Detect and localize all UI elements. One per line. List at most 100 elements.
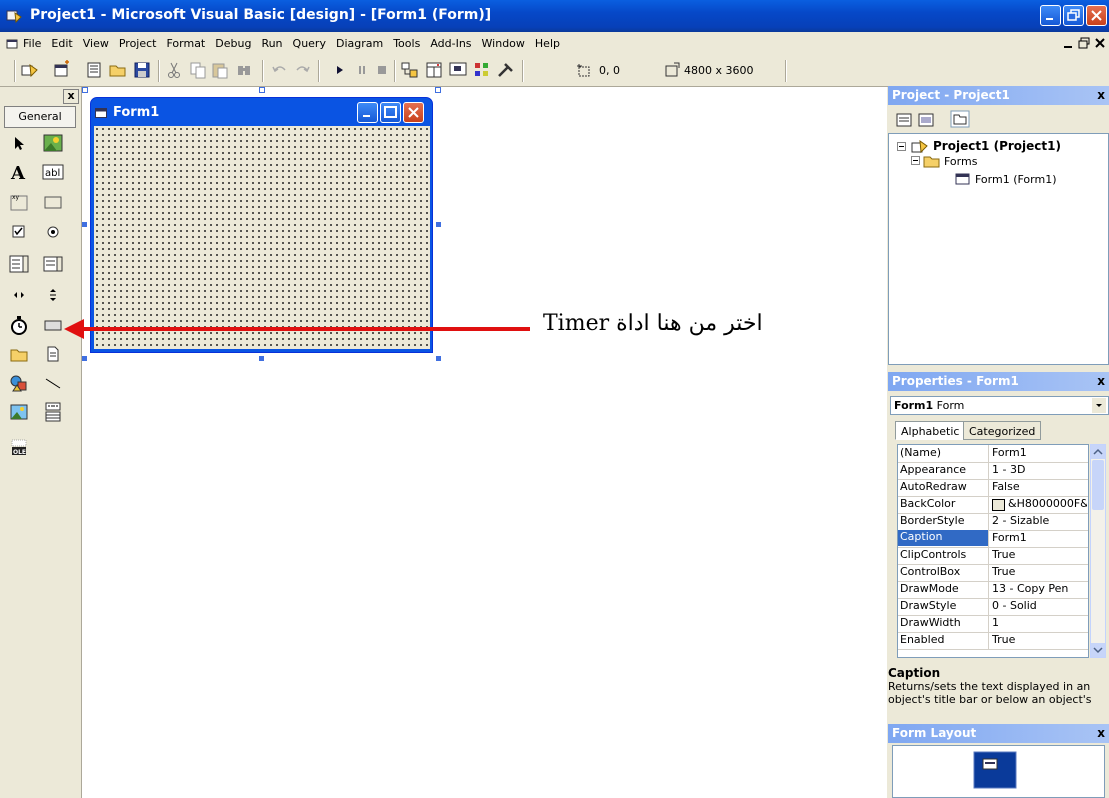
property-row[interactable]: Caption Form1: [898, 530, 1088, 548]
document-icon[interactable]: [6, 38, 18, 50]
property-row[interactable]: BackColor &H8000000F&: [898, 496, 1088, 514]
menu-window[interactable]: Window: [477, 32, 530, 56]
property-value[interactable]: 1 - 3D: [992, 463, 1087, 476]
toolbox-icon[interactable]: [496, 60, 516, 80]
collapse-icon[interactable]: [897, 142, 907, 152]
view-object-icon[interactable]: [918, 112, 934, 128]
listbox-tool[interactable]: [40, 252, 66, 276]
combobox-tool[interactable]: [6, 252, 32, 276]
properties-window-icon[interactable]: [424, 60, 444, 80]
checkbox-tool[interactable]: [6, 220, 32, 244]
toggle-folders-icon[interactable]: [950, 110, 970, 128]
form-maximize-button[interactable]: [380, 102, 401, 123]
pointer-tool[interactable]: [6, 131, 32, 155]
toolbox-general-tab[interactable]: General: [4, 106, 76, 128]
chevron-down-icon[interactable]: [1092, 398, 1106, 413]
resize-handle[interactable]: [259, 356, 264, 361]
commandbutton-tool[interactable]: [40, 190, 66, 214]
property-value[interactable]: 13 - Copy Pen: [992, 582, 1087, 595]
break-icon[interactable]: [352, 60, 372, 80]
optionbutton-tool[interactable]: [40, 220, 66, 244]
property-row[interactable]: Appearance 1 - 3D: [898, 462, 1088, 480]
dirlistbox-tool[interactable]: [6, 342, 32, 366]
property-row[interactable]: ControlBox True: [898, 564, 1088, 582]
resize-handle[interactable]: [436, 222, 441, 227]
scroll-thumb[interactable]: [1092, 460, 1104, 510]
redo-icon[interactable]: [292, 60, 312, 80]
properties-panel-close[interactable]: x: [1097, 372, 1105, 391]
copy-icon[interactable]: [188, 60, 208, 80]
property-value[interactable]: 0 - Solid: [992, 599, 1087, 612]
property-row[interactable]: (Name) Form1: [898, 445, 1088, 463]
minimize-button[interactable]: [1040, 5, 1061, 26]
menu-file[interactable]: File: [18, 32, 46, 56]
toolbox-close-button[interactable]: x: [63, 89, 79, 104]
forms-folder-label[interactable]: Forms: [944, 155, 977, 168]
property-row[interactable]: DrawWidth 1: [898, 615, 1088, 633]
view-code-icon[interactable]: [896, 112, 912, 128]
menu-editor-icon[interactable]: [84, 60, 104, 80]
property-value[interactable]: True: [992, 633, 1087, 646]
cut-icon[interactable]: [164, 60, 184, 80]
property-value[interactable]: Form1: [992, 531, 1087, 544]
image-tool[interactable]: [6, 400, 32, 424]
project-root-label[interactable]: Project1 (Project1): [933, 139, 1061, 153]
end-icon[interactable]: [372, 60, 392, 80]
hscrollbar-tool[interactable]: [6, 283, 32, 307]
vscrollbar-tool[interactable]: [40, 283, 66, 307]
menu-view[interactable]: View: [78, 32, 114, 56]
monitor-preview[interactable]: [973, 751, 1017, 791]
close-button[interactable]: [1086, 5, 1107, 26]
save-icon[interactable]: [132, 60, 152, 80]
form-layout-panel-close[interactable]: x: [1097, 724, 1105, 743]
project-explorer-icon[interactable]: [400, 60, 420, 80]
line-tool[interactable]: [40, 371, 66, 395]
paste-icon[interactable]: [210, 60, 230, 80]
resize-handle[interactable]: [259, 87, 265, 93]
start-icon[interactable]: [330, 60, 350, 80]
menu-project[interactable]: Project: [114, 32, 162, 56]
property-row[interactable]: AutoRedraw False: [898, 479, 1088, 497]
property-value[interactable]: 1: [992, 616, 1087, 629]
frame-tool[interactable]: xy: [6, 190, 32, 214]
undo-icon[interactable]: [270, 60, 290, 80]
shape-tool[interactable]: [6, 371, 32, 395]
form1-tree-item[interactable]: Form1 (Form1): [975, 173, 1057, 186]
resize-handle[interactable]: [435, 87, 441, 93]
menu-query[interactable]: Query: [288, 32, 331, 56]
form-minimize-button[interactable]: [357, 102, 378, 123]
menu-run[interactable]: Run: [256, 32, 287, 56]
restore-button[interactable]: [1063, 5, 1084, 26]
data-tool[interactable]: [40, 400, 66, 424]
mdi-close-button[interactable]: [1093, 36, 1107, 53]
menu-diagram[interactable]: Diagram: [331, 32, 388, 56]
menu-format[interactable]: Format: [161, 32, 210, 56]
resize-handle[interactable]: [82, 356, 87, 361]
properties-scrollbar[interactable]: [1090, 444, 1106, 658]
resize-handle[interactable]: [82, 87, 88, 93]
menu-edit[interactable]: Edit: [46, 32, 77, 56]
property-row[interactable]: Enabled True: [898, 632, 1088, 650]
property-value[interactable]: True: [992, 565, 1087, 578]
open-project-icon[interactable]: [108, 60, 128, 80]
timer-tool[interactable]: [6, 313, 32, 337]
collapse-icon[interactable]: [911, 156, 921, 166]
mdi-minimize-button[interactable]: [1062, 36, 1076, 53]
property-row[interactable]: DrawMode 13 - Copy Pen: [898, 581, 1088, 599]
property-value[interactable]: Form1: [992, 446, 1087, 459]
label-tool[interactable]: A: [6, 160, 32, 184]
property-value[interactable]: True: [992, 548, 1087, 561]
property-value[interactable]: False: [992, 480, 1087, 493]
object-browser-icon[interactable]: [472, 60, 492, 80]
find-icon[interactable]: [234, 60, 254, 80]
resize-handle[interactable]: [82, 222, 87, 227]
project-panel-close[interactable]: x: [1097, 86, 1105, 105]
ole-tool[interactable]: OLE: [6, 436, 32, 460]
picturebox-tool[interactable]: [40, 131, 66, 155]
add-project-icon[interactable]: [20, 60, 40, 80]
resize-handle[interactable]: [436, 356, 441, 361]
property-value[interactable]: 2 - Sizable: [992, 514, 1087, 527]
property-value[interactable]: &H8000000F&: [992, 497, 1087, 510]
property-row[interactable]: DrawStyle 0 - Solid: [898, 598, 1088, 616]
tab-categorized[interactable]: Categorized: [963, 421, 1042, 440]
